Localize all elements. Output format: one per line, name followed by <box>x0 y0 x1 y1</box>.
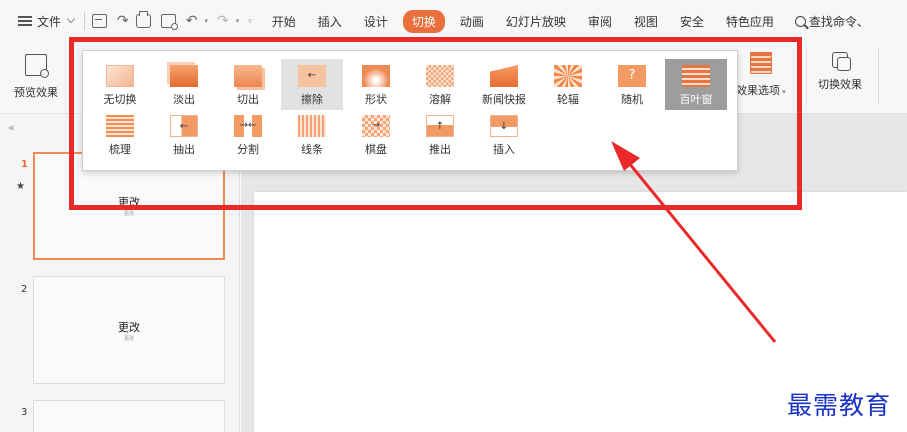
watermark-text: 最需教育 <box>787 391 892 420</box>
app-window: 文件 ↷ ↶ ▾ ↷ ▾ ▿ 开始 插入 设计 切换 动画 幻灯片放映 审阅 视… <box>0 0 907 432</box>
annotation-arrow-icon <box>611 141 777 343</box>
